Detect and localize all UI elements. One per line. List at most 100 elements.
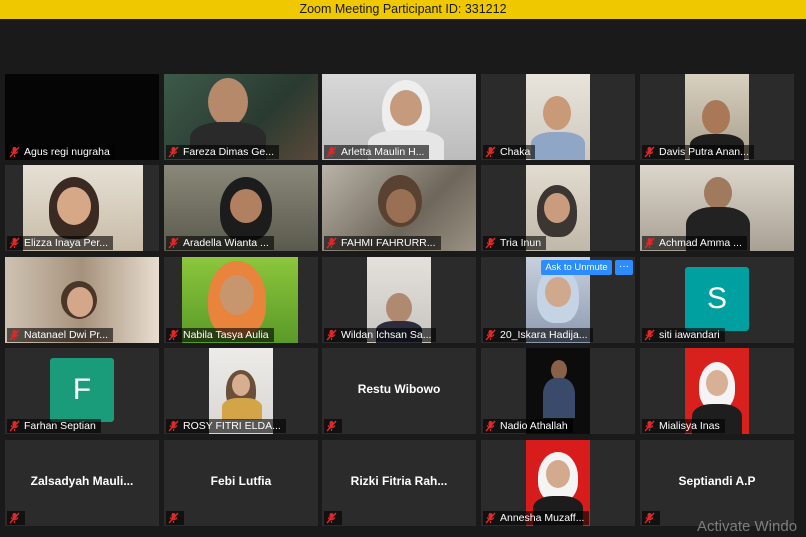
participant-namebar: Nadio Athallah: [483, 419, 573, 433]
mic-muted-icon: [9, 237, 20, 249]
participant-face: [230, 189, 262, 223]
participant-face: [544, 193, 570, 223]
more-options-button[interactable]: ···: [615, 260, 633, 275]
participant-name: Elizza Inaya Per...: [24, 237, 109, 249]
participant-display-name: Rizki Fitria Rah...: [350, 474, 448, 488]
participant-tile[interactable]: Aradella Wianta ...: [164, 165, 318, 251]
participant-tile[interactable]: Rizki Fitria Rah...: [322, 440, 476, 526]
participant-tile[interactable]: Septiandi A.P: [640, 440, 794, 526]
mic-muted-icon: [485, 512, 496, 524]
mic-muted-icon: [9, 512, 20, 524]
participant-name: Nabila Tasya Aulia: [183, 329, 269, 341]
participant-tile[interactable]: Annesha Muzaff...: [481, 440, 635, 526]
mic-muted-icon: [485, 420, 496, 432]
participant-tile[interactable]: Febi Lutfia: [164, 440, 318, 526]
participant-body: [543, 378, 575, 418]
participant-face: [386, 293, 412, 323]
participant-name: Nadio Athallah: [500, 420, 568, 432]
participant-namebar: Tria Inun: [483, 236, 547, 250]
participant-face: [704, 177, 732, 209]
participant-name: Mialisya Inas: [659, 420, 720, 432]
participant-namebar: Mialisya Inas: [642, 419, 725, 433]
mic-muted-icon: [644, 146, 655, 158]
participant-tile[interactable]: Natanael Dwi Pr...: [5, 257, 159, 343]
participant-face: [551, 360, 567, 380]
mic-muted-icon: [326, 237, 337, 249]
participant-name: Aradella Wianta ...: [183, 237, 269, 249]
activate-windows-watermark: Activate Windo: [697, 518, 798, 535]
participant-display-name: Restu Wibowo: [357, 382, 441, 396]
participant-display-name: Septiandi A.P: [678, 474, 756, 488]
participant-tile[interactable]: Achmad Amma ...: [640, 165, 794, 251]
participant-display-name: Febi Lutfia: [210, 474, 272, 488]
participant-namebar: Elizza Inaya Per...: [7, 236, 114, 250]
participant-tile[interactable]: Tria Inun: [481, 165, 635, 251]
participant-namebar: siti iawandari: [642, 328, 725, 342]
participant-tile[interactable]: Davis Putra Anan...: [640, 74, 794, 160]
participant-avatar: S: [685, 267, 749, 331]
mic-muted-icon: [644, 237, 655, 249]
participant-namebar: Davis Putra Anan...: [642, 145, 754, 159]
participant-face: [220, 275, 254, 315]
participant-name: Annesha Muzaff...: [500, 512, 585, 524]
participant-tile[interactable]: Arletta Maulin H...: [322, 74, 476, 160]
participant-name: Achmad Amma ...: [659, 237, 742, 249]
participant-namebar: Annesha Muzaff...: [483, 511, 590, 525]
participant-name: Agus regi nugraha: [24, 146, 110, 158]
mic-muted-icon: [9, 420, 20, 432]
mic-muted-icon: [485, 146, 496, 158]
participant-namebar: [324, 419, 342, 433]
mic-muted-icon: [326, 420, 337, 432]
mic-muted-icon: [485, 237, 496, 249]
participant-name: Farhan Septian: [24, 420, 96, 432]
participant-namebar: ROSY FITRI ELDA...: [166, 419, 286, 433]
participant-tile[interactable]: ROSY FITRI ELDA...: [164, 348, 318, 434]
participant-tile[interactable]: Nadio Athallah: [481, 348, 635, 434]
participant-namebar: Nabila Tasya Aulia: [166, 328, 274, 342]
participant-name: Arletta Maulin H...: [341, 146, 425, 158]
participant-namebar: Farhan Septian: [7, 419, 101, 433]
mic-muted-icon: [644, 329, 655, 341]
participant-tile[interactable]: F Farhan Septian: [5, 348, 159, 434]
participant-name: 20_Iskara Hadija...: [500, 329, 588, 341]
participant-namebar: 20_Iskara Hadija...: [483, 328, 593, 342]
mic-muted-icon: [644, 420, 655, 432]
participant-avatar: F: [50, 358, 114, 422]
mic-muted-icon: [168, 420, 179, 432]
participant-namebar: Achmad Amma ...: [642, 236, 747, 250]
participant-tile[interactable]: S siti iawandari: [640, 257, 794, 343]
participant-namebar: Agus regi nugraha: [7, 145, 115, 159]
participant-face: [390, 90, 422, 126]
participant-name: Wildan Ichsan Sa...: [341, 329, 432, 341]
participant-namebar: Wildan Ichsan Sa...: [324, 328, 437, 342]
participant-tile[interactable]: Nabila Tasya Aulia: [164, 257, 318, 343]
mic-muted-icon: [326, 146, 337, 158]
participant-name: Tria Inun: [500, 237, 542, 249]
participant-display-name: Zalsadyah Mauli...: [30, 474, 134, 488]
participant-tile[interactable]: Elizza Inaya Per...: [5, 165, 159, 251]
participant-tile[interactable]: Mialisya Inas: [640, 348, 794, 434]
participant-tile[interactable]: Fareza Dimas Ge...: [164, 74, 318, 160]
ask-to-unmute-button[interactable]: Ask to Unmute: [541, 260, 612, 275]
participant-namebar: Chaka: [483, 145, 536, 159]
participant-name: FAHMI FAHRURR...: [341, 237, 436, 249]
mic-muted-icon: [326, 512, 337, 524]
participant-name: Chaka: [500, 146, 531, 158]
participant-tile[interactable]: Wildan Ichsan Sa...: [322, 257, 476, 343]
participant-name: Fareza Dimas Ge...: [183, 146, 275, 158]
participant-tile[interactable]: Chaka: [481, 74, 635, 160]
mic-muted-icon: [485, 329, 496, 341]
participant-face: [208, 78, 248, 126]
participant-name: ROSY FITRI ELDA...: [183, 420, 281, 432]
participant-tile[interactable]: FAHMI FAHRURR...: [322, 165, 476, 251]
participant-face: [543, 96, 571, 130]
participant-tile[interactable]: Agus regi nugraha: [5, 74, 159, 160]
participant-namebar: Arletta Maulin H...: [324, 145, 430, 159]
participant-namebar: [166, 511, 184, 525]
participant-tile[interactable]: Zalsadyah Mauli...: [5, 440, 159, 526]
participant-namebar: Aradella Wianta ...: [166, 236, 274, 250]
participant-namebar: [7, 511, 25, 525]
participant-tile[interactable]: Restu Wibowo: [322, 348, 476, 434]
participant-namebar: [642, 511, 660, 525]
mic-muted-icon: [644, 512, 655, 524]
